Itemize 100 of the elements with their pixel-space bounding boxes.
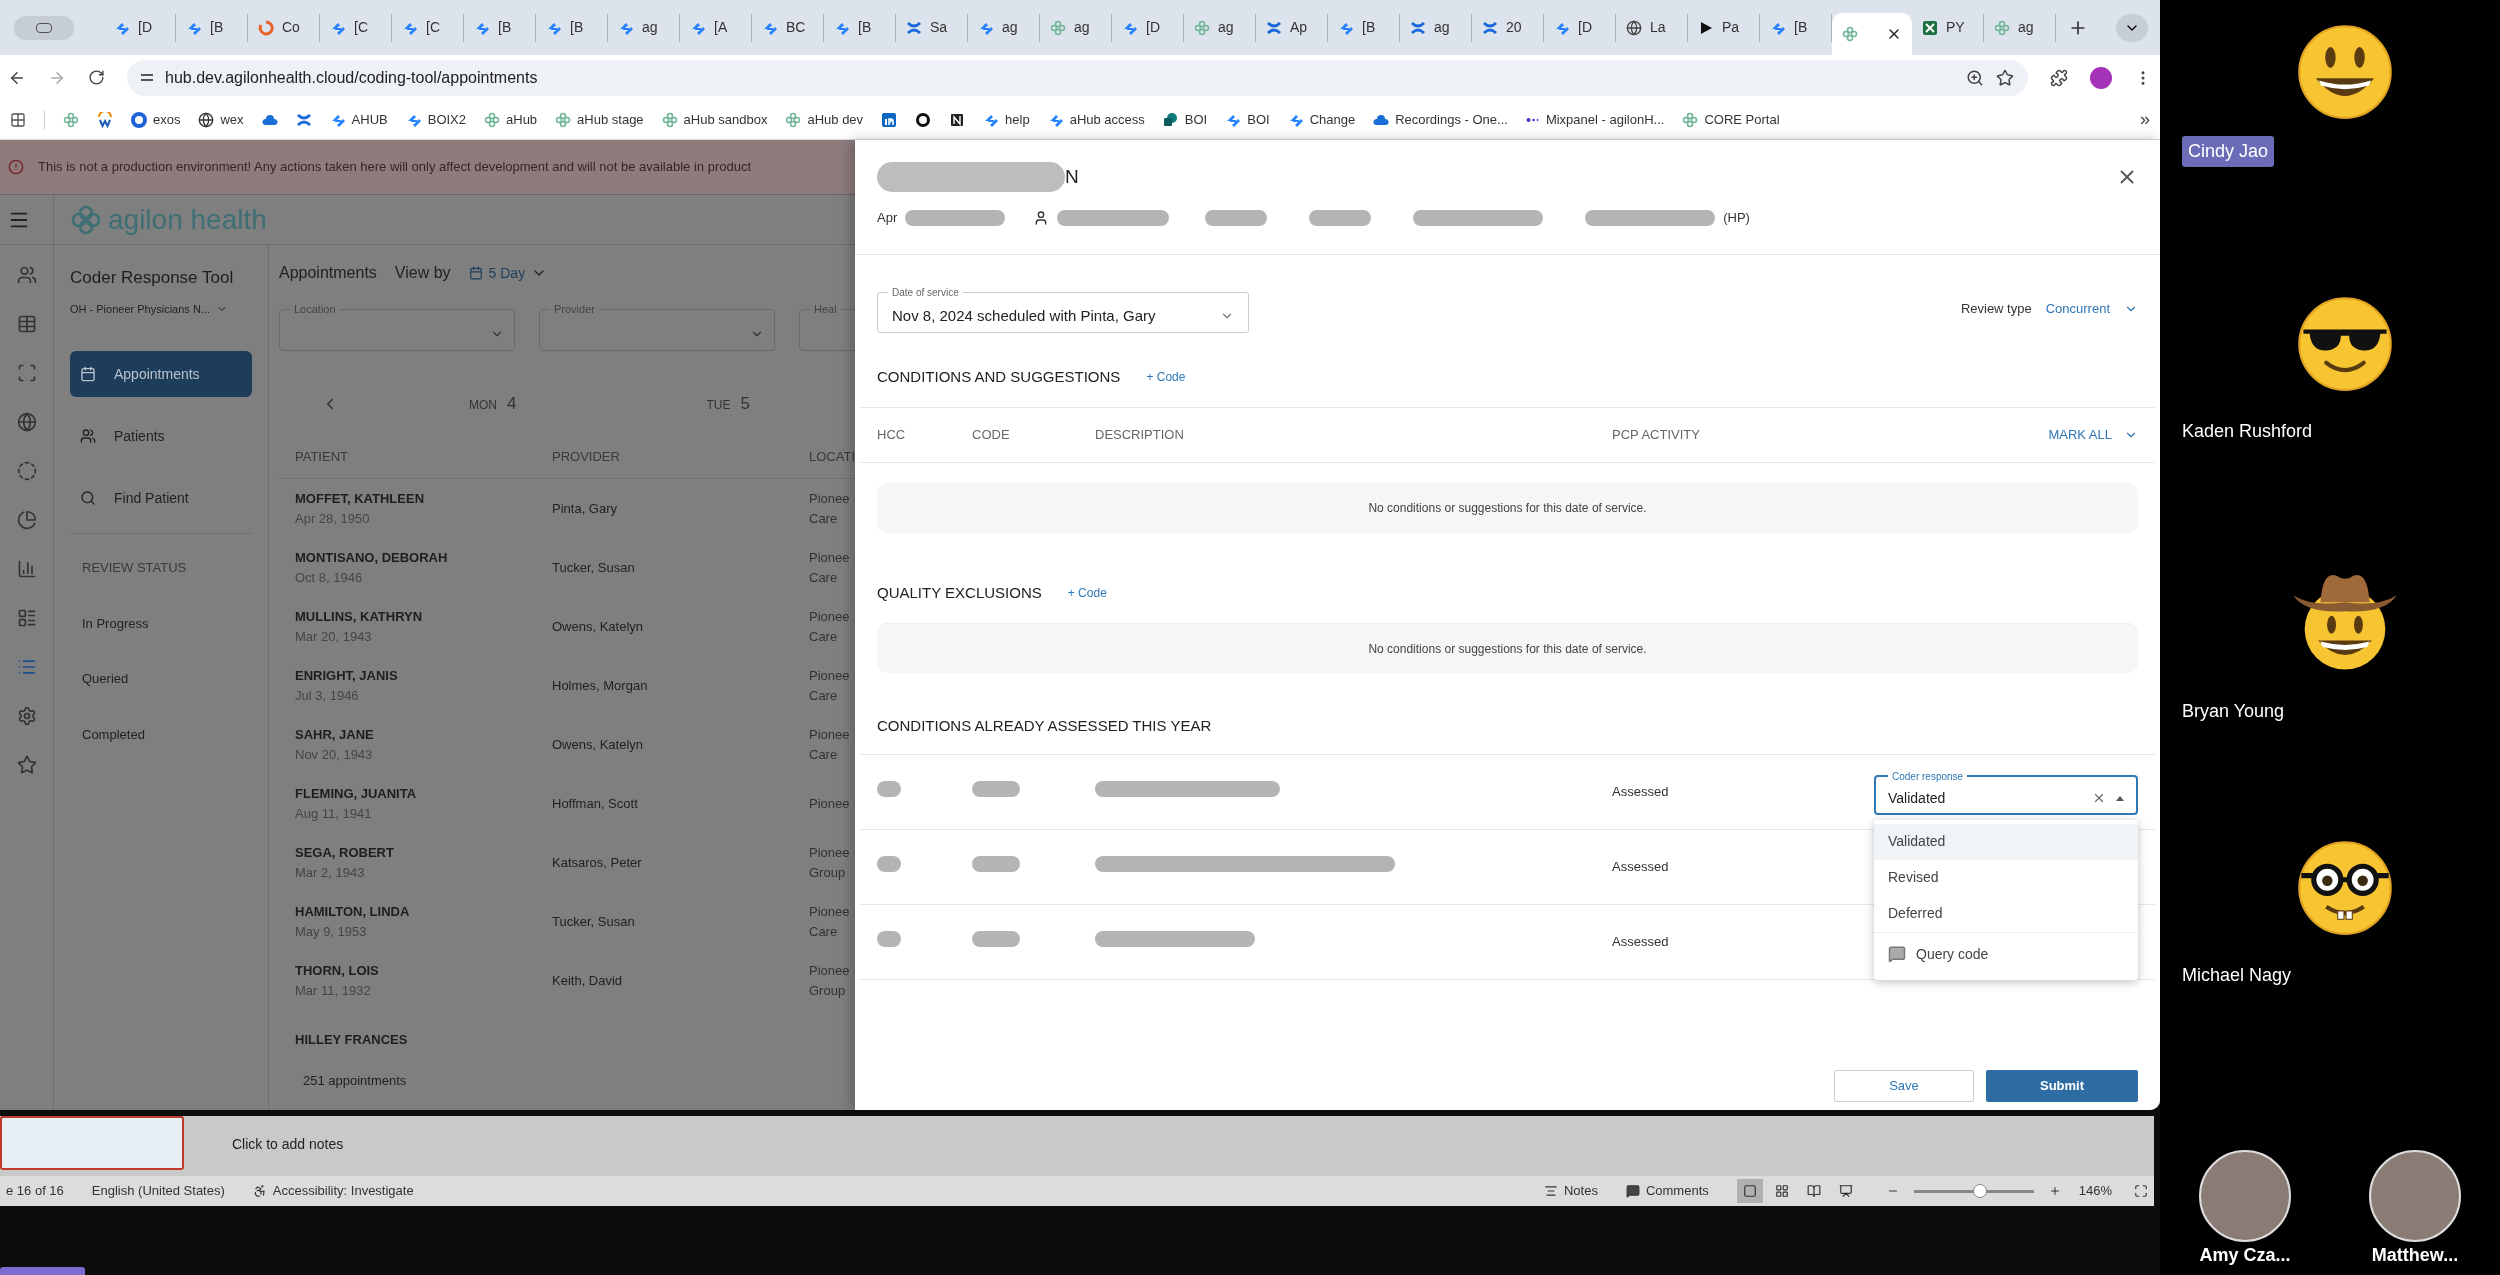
submit-button[interactable]: Submit xyxy=(1986,1070,2138,1102)
settings-icon[interactable] xyxy=(16,706,37,726)
bookmark-item[interactable]: aHub sandbox xyxy=(661,109,768,130)
appointment-row[interactable]: MOFFET, KATHLEEN Apr 28, 1950 Pinta, Gary Pionee Care xyxy=(279,479,855,538)
appointment-row[interactable]: HILLEY FRANCES xyxy=(279,1010,855,1069)
browser-tab[interactable]: [B xyxy=(824,13,896,42)
browser-tab[interactable]: [C xyxy=(320,13,392,42)
bookmark-item[interactable]: BOI xyxy=(1162,109,1208,130)
menu-option[interactable]: Revised xyxy=(1874,859,2138,896)
browser-tab[interactable]: PY xyxy=(1912,13,1984,42)
browser-tab[interactable]: ag xyxy=(1984,13,2056,42)
appointment-row[interactable]: SAHR, JANE Nov 20, 1943 Owens, Katelyn Pionee Care xyxy=(279,715,855,774)
browser-tab[interactable]: La xyxy=(1616,13,1688,42)
globe-icon[interactable] xyxy=(16,412,37,432)
list-layout-icon[interactable] xyxy=(16,608,37,628)
browser-tab[interactable]: BC xyxy=(752,13,824,42)
view-button[interactable] xyxy=(1736,1179,1763,1203)
bookmark-item[interactable]: exos xyxy=(131,109,181,130)
organization-select[interactable]: OH - Pioneer Physicians N... xyxy=(70,300,252,317)
menu-option[interactable]: Deferred xyxy=(1874,895,2138,932)
bookmark-item[interactable]: aHub dev xyxy=(785,109,864,130)
browser-tab[interactable]: [C xyxy=(392,13,464,42)
browser-tab[interactable]: ag xyxy=(1184,13,1256,42)
browser-tab[interactable]: [D xyxy=(104,13,176,42)
bookmark-item[interactable]: help xyxy=(983,109,1030,130)
address-bar[interactable]: hub.dev.agilonhealth.cloud/coding-tool/appointments xyxy=(127,59,2028,96)
appointment-row[interactable]: ENRIGHT, JANIS Jul 3, 1946 Holmes, Morgan Pionee Care xyxy=(279,656,855,715)
date-of-service-select[interactable]: Date of service Nov 8, 2024 scheduled with Pinta, Gary xyxy=(877,285,1249,333)
nav-item[interactable]: Find Patient xyxy=(70,475,252,521)
tab-list-button[interactable] xyxy=(2116,13,2148,42)
status-filter-item[interactable]: Completed xyxy=(82,724,240,744)
bookmark-item[interactable] xyxy=(915,111,932,128)
zoom-icon[interactable] xyxy=(1966,68,1984,87)
bookmark-item[interactable]: AHUB xyxy=(329,109,388,130)
frame-icon[interactable] xyxy=(16,363,37,383)
bookmark-item[interactable]: aHub stage xyxy=(555,109,644,130)
appointment-row[interactable]: FLEMING, JUANITA Aug 11, 1941 Hoffman, Scott Pionee xyxy=(279,774,855,833)
pie-chart-icon[interactable] xyxy=(16,510,37,530)
bookmark-item[interactable]: aHub xyxy=(484,109,538,130)
appointment-row[interactable]: THORN, LOIS Mar 11, 1932 Keith, David Pionee Group xyxy=(279,951,855,1010)
browser-tab[interactable]: Sa xyxy=(896,13,968,42)
browser-tab[interactable]: [B xyxy=(536,13,608,42)
appointment-row[interactable]: MULLINS, KATHRYN Mar 20, 1943 Owens, Katelyn Pionee Care xyxy=(279,597,855,656)
browser-tab[interactable]: [D xyxy=(1544,13,1616,42)
browser-tab[interactable]: [B xyxy=(1328,13,1400,42)
extensions-icon[interactable] xyxy=(2050,68,2068,87)
table-icon[interactable] xyxy=(16,314,37,334)
bookmark-item[interactable]: Recordings - One... xyxy=(1373,109,1508,130)
more-bookmarks-button[interactable]: » xyxy=(2140,106,2150,133)
comments-button[interactable]: Comments xyxy=(1625,1181,1709,1201)
tab-search-icon[interactable] xyxy=(14,15,74,40)
people-icon[interactable] xyxy=(16,265,37,285)
bookmark-item[interactable]: BOI xyxy=(1225,109,1270,130)
nav-item[interactable]: Patients xyxy=(70,413,252,459)
menu-option[interactable]: Validated xyxy=(1874,823,2138,860)
bar-chart-icon[interactable] xyxy=(16,559,37,579)
add-code-link[interactable]: + Code xyxy=(1067,584,1107,602)
browser-tab[interactable]: [B xyxy=(176,13,248,42)
browser-tab[interactable]: ag xyxy=(968,13,1040,42)
status-filter-item[interactable]: Queried xyxy=(82,669,240,689)
profile-avatar[interactable] xyxy=(2090,66,2112,89)
bookmark-item[interactable]: wex xyxy=(198,109,244,130)
bookmark-item[interactable]: Mixpanel - agilonH... xyxy=(1525,109,1665,130)
browser-tab[interactable]: ag xyxy=(608,13,680,42)
mark-all-button[interactable]: MARK ALL xyxy=(2048,425,2138,445)
notes-button[interactable]: Notes xyxy=(1543,1181,1598,1201)
bookmark-item[interactable]: BOIX2 xyxy=(405,109,466,130)
add-code-link[interactable]: + Code xyxy=(1146,368,1186,386)
star-icon[interactable] xyxy=(16,755,37,775)
site-settings-icon[interactable] xyxy=(141,74,153,81)
language-status[interactable]: English (United States) xyxy=(91,1181,225,1201)
browser-tab[interactable]: 20 xyxy=(1472,13,1544,42)
appointment-row[interactable]: SEGA, ROBERT Mar 2, 1943 Katsaros, Peter Pionee Group xyxy=(279,833,855,892)
slider-thumb[interactable] xyxy=(1972,1184,1987,1198)
browser-tab[interactable]: ag xyxy=(1040,13,1112,42)
browser-tab[interactable]: Co xyxy=(248,13,320,42)
clear-icon[interactable] xyxy=(2092,791,2106,805)
bookmark-item[interactable] xyxy=(949,111,966,128)
browser-tab[interactable]: Ap xyxy=(1256,13,1328,42)
apps-grid-icon[interactable] xyxy=(10,111,26,128)
nav-item[interactable]: Appointments xyxy=(70,351,252,397)
status-filter-item[interactable]: In Progress xyxy=(82,613,240,633)
reload-icon[interactable] xyxy=(88,69,105,86)
appointment-row[interactable]: HAMILTON, LINDA May 9, 1953 Tucker, Susan Pionee Care xyxy=(279,892,855,951)
zoom-in-icon[interactable] xyxy=(2048,1185,2061,1197)
slide-thumbnail[interactable] xyxy=(0,1116,184,1170)
bookmark-item[interactable]: CORE Portal xyxy=(1682,109,1780,130)
circle-icon[interactable] xyxy=(16,461,37,481)
browser-tab[interactable]: [A xyxy=(680,13,752,42)
notes-field[interactable]: Click to add notes xyxy=(224,1134,344,1155)
bookmark-star-icon[interactable] xyxy=(1996,68,2014,87)
save-button[interactable]: Save xyxy=(1834,1070,1974,1102)
bookmark-item[interactable] xyxy=(97,111,113,128)
browser-tab[interactable]: Pa xyxy=(1688,13,1760,42)
caret-up-icon[interactable] xyxy=(2116,795,2124,801)
accessibility-status[interactable]: Accessibility: Investigate xyxy=(252,1181,414,1201)
review-type-select[interactable]: Concurrent xyxy=(2045,299,2138,319)
fit-slide-icon[interactable] xyxy=(2134,1184,2148,1198)
bookmark-item[interactable]: Change xyxy=(1287,109,1356,130)
appointment-row[interactable]: MONTISANO, DEBORAH Oct 8, 1946 Tucker, Susan Pionee Care xyxy=(279,538,855,597)
